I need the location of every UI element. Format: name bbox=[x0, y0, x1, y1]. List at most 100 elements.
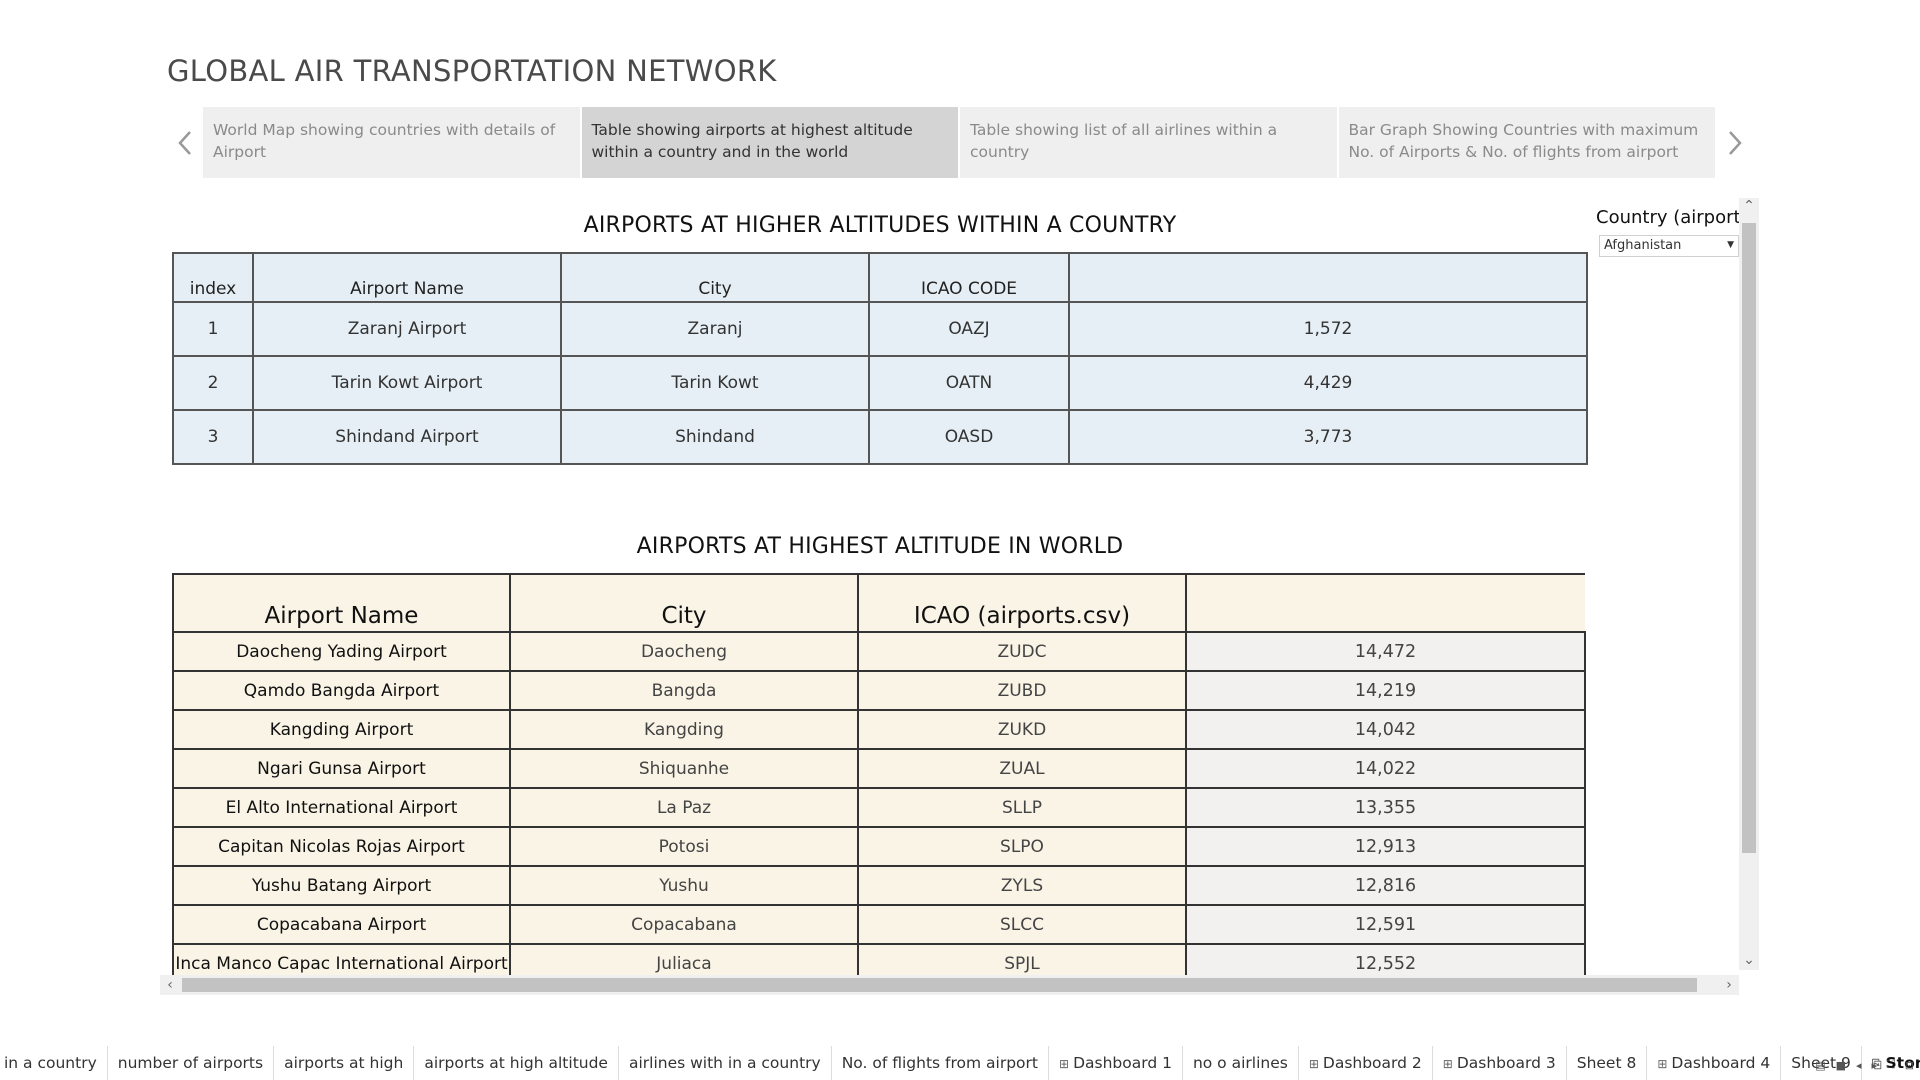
country-filter-dropdown[interactable]: Afghanistan ▼ bbox=[1599, 235, 1739, 257]
table-row[interactable]: Yushu Batang Airport Yushu ZYLS 12,816 bbox=[172, 865, 1586, 906]
vertical-scrollbar[interactable]: ⌃ ⌄ bbox=[1739, 198, 1759, 970]
sheet-tab-label: Dashboard 3 bbox=[1456, 1054, 1556, 1072]
column-header-airport-name: Airport Name bbox=[252, 252, 562, 303]
sheet-tab-label: airlines with in a country bbox=[628, 1054, 821, 1072]
cell-icao: ZUAL bbox=[857, 748, 1187, 789]
sheet-tab[interactable]: Sheet 8 bbox=[1567, 1046, 1648, 1080]
previous-story-point-arrow-icon[interactable] bbox=[172, 128, 198, 158]
show-filmstrip-icon[interactable]: ▤ bbox=[1815, 1059, 1825, 1072]
cell-city: Daocheng bbox=[509, 631, 859, 672]
cell-icao: SLPO bbox=[857, 826, 1187, 867]
table-row[interactable]: 2 Tarin Kowt Airport Tarin Kowt OATN 4,4… bbox=[172, 355, 1588, 411]
previous-sheet-icon[interactable]: ◂ bbox=[1856, 1059, 1862, 1072]
cell-icao: ZYLS bbox=[857, 865, 1187, 906]
sheet-tab[interactable]: no o airlines bbox=[1183, 1046, 1299, 1080]
show-tabs-icon[interactable]: ■ bbox=[1836, 1059, 1846, 1072]
tab-bar-tools: ▤ ■ ◂ ▸ ⛶ ⊡ bbox=[1815, 1058, 1914, 1072]
cell-airport-name: Tarin Kowt Airport bbox=[252, 355, 562, 411]
country-filter-label: Country (airports. bbox=[1596, 207, 1739, 228]
cell-icao: OATN bbox=[868, 355, 1070, 411]
cell-airport-name: Zaranj Airport bbox=[252, 301, 562, 357]
column-header-icao-code: ICAO CODE bbox=[868, 252, 1070, 303]
cell-icao: SLLP bbox=[857, 787, 1187, 828]
presentation-mode-icon[interactable]: ⊡ bbox=[1905, 1059, 1914, 1072]
column-header-index: index bbox=[172, 252, 254, 303]
cell-icao: SLCC bbox=[857, 904, 1187, 945]
sheet-tab-label: No. of flights from airport bbox=[841, 1054, 1038, 1072]
dashboard-icon: ⊞ bbox=[1657, 1057, 1668, 1071]
sheet-tab-label: number of airports bbox=[117, 1054, 264, 1072]
cell-city: Potosi bbox=[509, 826, 859, 867]
table-row[interactable]: Capitan Nicolas Rojas Airport Potosi SLPO 1… bbox=[172, 826, 1586, 867]
cell-altitude: 3,773 bbox=[1068, 409, 1588, 465]
table-row[interactable]: 3 Shindand Airport Shindand OASD 3,773 bbox=[172, 409, 1588, 465]
next-story-point-arrow-icon[interactable] bbox=[1722, 128, 1748, 158]
dashboard-icon: ⊞ bbox=[1059, 1057, 1070, 1071]
scroll-left-icon[interactable]: ‹ bbox=[160, 975, 180, 995]
cell-city: Yushu bbox=[509, 865, 859, 906]
cell-airport-name: Ngari Gunsa Airport bbox=[172, 748, 511, 789]
scroll-down-icon[interactable]: ⌄ bbox=[1739, 952, 1759, 970]
country-filter-value: Afghanistan bbox=[1604, 238, 1682, 253]
table-row[interactable]: Daocheng Yading Airport Daocheng ZUDC 14,47… bbox=[172, 631, 1586, 672]
cell-altitude: 14,022 bbox=[1185, 748, 1586, 789]
sheet-tab-label: Sheet 8 bbox=[1576, 1054, 1637, 1072]
sheet-tab[interactable]: No. of flights from airport bbox=[832, 1046, 1049, 1080]
sheet-tab[interactable]: ⊞ Dashboard 1 bbox=[1049, 1046, 1183, 1080]
sheet-tab-label: in a country bbox=[4, 1054, 97, 1072]
world-altitude-table-title: AIRPORTS AT HIGHEST ALTITUDE IN WORLD bbox=[636, 534, 1124, 559]
cell-city: Shindand bbox=[560, 409, 870, 465]
cell-airport-name: Daocheng Yading Airport bbox=[172, 631, 511, 672]
sheet-tab[interactable]: airlines with in a country bbox=[619, 1046, 832, 1080]
cell-airport-name: Copacabana Airport bbox=[172, 904, 511, 945]
story-title: GLOBAL AIR TRANSPORTATION NETWORK bbox=[167, 54, 777, 88]
sheet-tab-label: no o airlines bbox=[1192, 1054, 1288, 1072]
cell-airport-name: Yushu Batang Airport bbox=[172, 865, 511, 906]
story-navigator: World Map showing countries with details… bbox=[203, 107, 1715, 178]
story-point-altitude-table[interactable]: Table showing airports at highest altitu… bbox=[581, 107, 958, 178]
cell-city: Bangda bbox=[509, 670, 859, 711]
horizontal-scrollbar-thumb[interactable] bbox=[182, 978, 1697, 992]
sheet-tab[interactable]: in a country bbox=[0, 1046, 108, 1080]
cell-airport-name: El Alto International Airport bbox=[172, 787, 511, 828]
vertical-scrollbar-thumb[interactable] bbox=[1742, 223, 1756, 853]
sheet-tab[interactable]: number of airports bbox=[108, 1046, 275, 1080]
column-header-city: City bbox=[509, 573, 859, 633]
cell-altitude: 14,219 bbox=[1185, 670, 1586, 711]
sheet-tab[interactable]: airports at high altitude bbox=[414, 1046, 619, 1080]
world-altitude-table: Airport Name City ICAO (airports.csv) Da… bbox=[172, 573, 1586, 984]
next-sheet-icon[interactable]: ▸ bbox=[1872, 1059, 1878, 1072]
cell-icao: ZUKD bbox=[857, 709, 1187, 750]
table-row[interactable]: Kangding Airport Kangding ZUKD 14,042 bbox=[172, 709, 1586, 750]
dashboard-icon: ⊞ bbox=[1308, 1057, 1319, 1071]
cell-altitude: 12,816 bbox=[1185, 865, 1586, 906]
fullscreen-icon[interactable]: ⛶ bbox=[1887, 1058, 1895, 1072]
sheet-tab[interactable]: ⊞ Dashboard 3 bbox=[1433, 1046, 1567, 1080]
column-header-altitude bbox=[1068, 252, 1588, 303]
cell-airport-name: Kangding Airport bbox=[172, 709, 511, 750]
story-point-bar-graph[interactable]: Bar Graph Showing Countries with maximum… bbox=[1338, 107, 1715, 178]
table-row[interactable]: Qamdo Bangda Airport Bangda ZUBD 14,219 bbox=[172, 670, 1586, 711]
story-point-airlines-table[interactable]: Table showing list of all airlines withi… bbox=[960, 107, 1337, 178]
cell-city: Tarin Kowt bbox=[560, 355, 870, 411]
horizontal-scrollbar[interactable]: ‹ › bbox=[160, 975, 1739, 995]
cell-altitude: 4,429 bbox=[1068, 355, 1588, 411]
cell-icao: ZUBD bbox=[857, 670, 1187, 711]
table-row[interactable]: El Alto International Airport La Paz SLLP 1… bbox=[172, 787, 1586, 828]
scroll-right-icon[interactable]: › bbox=[1719, 975, 1739, 995]
sheet-tab-bar: in a country number of airports airports a… bbox=[0, 1046, 1920, 1080]
table-row[interactable]: 1 Zaranj Airport Zaranj OAZJ 1,572 bbox=[172, 301, 1588, 357]
story-point-world-map[interactable]: World Map showing countries with details… bbox=[203, 107, 580, 178]
table-row[interactable]: Ngari Gunsa Airport Shiquanhe ZUAL 14,022 bbox=[172, 748, 1586, 789]
column-header-city: City bbox=[560, 252, 870, 303]
sheet-tab[interactable]: ⊞ Dashboard 2 bbox=[1299, 1046, 1433, 1080]
sheet-tab-label: Dashboard 2 bbox=[1322, 1054, 1422, 1072]
sheet-tab[interactable]: ⊞ Dashboard 4 bbox=[1647, 1046, 1782, 1080]
cell-city: Kangding bbox=[509, 709, 859, 750]
cell-icao: OASD bbox=[868, 409, 1070, 465]
cell-index: 1 bbox=[172, 301, 254, 357]
table-row[interactable]: Copacabana Airport Copacabana SLCC 12,591 bbox=[172, 904, 1586, 945]
scroll-up-icon[interactable]: ⌃ bbox=[1739, 198, 1759, 216]
sheet-tab[interactable]: airports at high bbox=[274, 1046, 415, 1080]
cell-airport-name: Qamdo Bangda Airport bbox=[172, 670, 511, 711]
